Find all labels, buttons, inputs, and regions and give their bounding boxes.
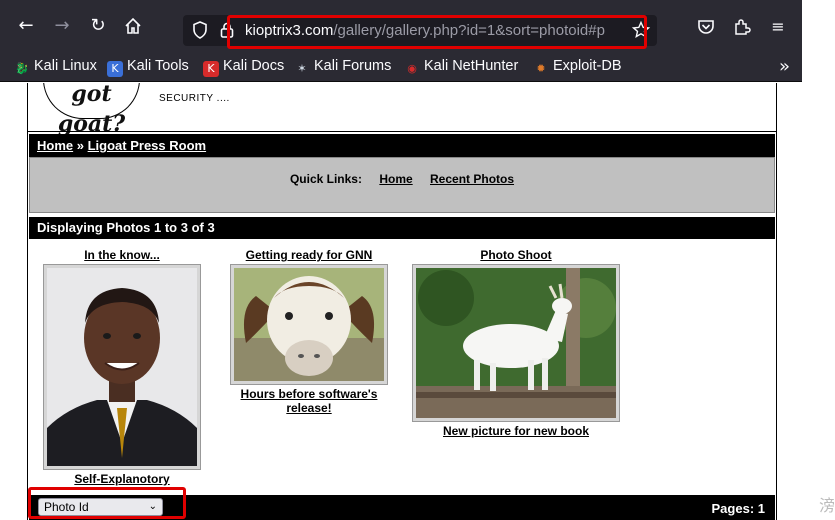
reload-button[interactable]: ↻ bbox=[85, 13, 111, 39]
photo-caption-link[interactable]: Self-Explanotory bbox=[42, 472, 202, 486]
back-button[interactable]: ← bbox=[13, 13, 39, 39]
photo-title-link[interactable]: Getting ready for GNN bbox=[230, 248, 388, 262]
breadcrumb-home-link[interactable]: Home bbox=[37, 138, 73, 153]
gutter-glyph: 滂 bbox=[818, 496, 835, 515]
quick-link-recent-photos[interactable]: Recent Photos bbox=[430, 172, 514, 186]
logo-text: got goat? bbox=[57, 83, 126, 137]
exploit-db-icon: ✹ bbox=[536, 62, 546, 75]
quick-links-panel: Quick Links: Home Recent Photos bbox=[29, 157, 775, 213]
bookmark-kali-tools[interactable]: K Kali Tools bbox=[107, 57, 189, 77]
more-bookmarks-button[interactable]: » bbox=[779, 56, 790, 77]
photo-caption-link[interactable]: Hours before software's release! bbox=[230, 387, 388, 415]
bookmark-label: Kali Forums bbox=[314, 58, 392, 74]
nethunter-icon: ◉ bbox=[407, 62, 417, 75]
right-gutter: 滂 bbox=[802, 0, 835, 520]
breadcrumb-separator: » bbox=[76, 138, 84, 153]
extensions-icon[interactable] bbox=[731, 16, 753, 38]
bookmark-label: Kali Docs bbox=[223, 58, 285, 74]
reload-icon: ↻ bbox=[90, 15, 106, 36]
photo-thumbnail-white-goat[interactable] bbox=[412, 264, 620, 422]
pocket-icon[interactable] bbox=[695, 16, 717, 38]
bookmark-label: Kali Tools bbox=[127, 58, 189, 74]
breadcrumb: Home » Ligoat Press Room bbox=[29, 134, 775, 157]
browser-toolbar: ← → ↻ kioptrix3.com/gallery/gallery.php?… bbox=[0, 0, 802, 50]
header-divider bbox=[27, 131, 777, 132]
bookmark-kali-nethunter[interactable]: ◉ Kali NetHunter bbox=[404, 57, 518, 75]
photo-title-link[interactable]: Photo Shoot bbox=[411, 248, 621, 262]
site-tagline: SECURITY .... bbox=[159, 93, 230, 104]
kali-forums-icon: ✶ bbox=[297, 62, 307, 75]
home-button[interactable] bbox=[120, 13, 146, 39]
browser-window: ← → ↻ kioptrix3.com/gallery/gallery.php?… bbox=[0, 0, 802, 520]
arrow-left-icon: ← bbox=[18, 15, 34, 36]
white-goat-image bbox=[416, 268, 616, 418]
hamburger-icon: ≡ bbox=[771, 17, 785, 36]
kali-docs-icon: K bbox=[203, 61, 219, 77]
double-chevron-right-icon: » bbox=[778, 56, 790, 77]
select-highlight-box bbox=[28, 487, 186, 519]
arrow-right-icon: → bbox=[54, 15, 70, 36]
bookmark-kali-docs[interactable]: K Kali Docs bbox=[203, 57, 285, 77]
bookmark-exploit-db[interactable]: ✹ Exploit-DB bbox=[533, 57, 622, 75]
bookmark-kali-forums[interactable]: ✶ Kali Forums bbox=[294, 57, 391, 75]
shield-icon[interactable] bbox=[190, 20, 210, 40]
bookmarks-bar: 🐉 Kali Linux K Kali Tools K Kali Docs ✶ Kali… bbox=[0, 50, 802, 82]
bookmark-label: Exploit-DB bbox=[553, 58, 622, 74]
breadcrumb-current-link[interactable]: Ligoat Press Room bbox=[88, 138, 206, 153]
kali-tools-icon: K bbox=[107, 61, 123, 77]
kali-dragon-icon: 🐉 bbox=[15, 62, 29, 75]
bookmark-label: Kali Linux bbox=[34, 58, 97, 74]
display-count-bar: Displaying Photos 1 to 3 of 3 bbox=[29, 217, 775, 239]
photo-item: Getting ready for GNN Hours before softw… bbox=[230, 248, 388, 415]
photo-item: In the know... Self-Explanotory bbox=[42, 248, 202, 486]
pages-indicator: Pages: 1 bbox=[711, 501, 765, 516]
photo-caption-link[interactable]: New picture for new book bbox=[411, 424, 621, 438]
photo-thumbnail-man[interactable] bbox=[43, 264, 201, 470]
url-highlight-box bbox=[227, 15, 647, 49]
forward-button[interactable]: → bbox=[49, 13, 75, 39]
photo-thumbnail-goat-closeup[interactable] bbox=[230, 264, 388, 385]
bookmark-kali-linux[interactable]: 🐉 Kali Linux bbox=[14, 57, 97, 75]
photo-title-link[interactable]: In the know... bbox=[42, 248, 202, 262]
quick-links-label: Quick Links: bbox=[289, 172, 362, 186]
goat-closeup-image bbox=[234, 268, 384, 381]
home-icon bbox=[125, 17, 141, 34]
man-portrait-image bbox=[47, 268, 197, 466]
bookmark-label: Kali NetHunter bbox=[424, 58, 519, 74]
quick-link-home[interactable]: Home bbox=[379, 172, 412, 186]
web-page: got goat? SECURITY .... Home » Ligoat Pr… bbox=[0, 83, 802, 520]
menu-button[interactable]: ≡ bbox=[767, 16, 789, 38]
photo-item: Photo Shoot New picture for new book bbox=[411, 248, 621, 438]
